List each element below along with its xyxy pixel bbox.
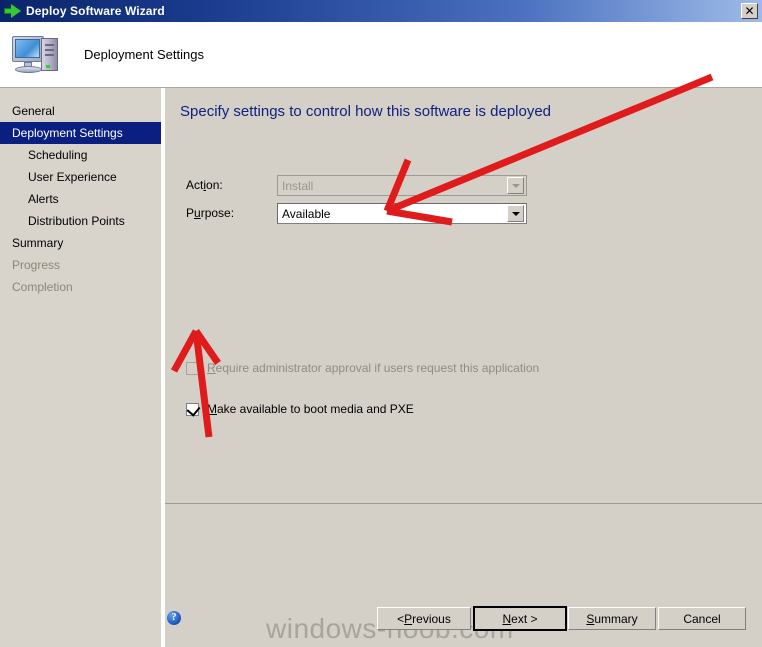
purpose-field-row: Purpose: Available (165, 203, 762, 225)
sidebar-item-scheduling[interactable]: Scheduling (0, 144, 161, 166)
action-dropdown: Install (277, 175, 527, 196)
footer-separator (165, 503, 762, 504)
wizard-body: General Deployment Settings Scheduling U… (0, 88, 762, 647)
sidebar-item-completion: Completion (12, 280, 73, 294)
action-value: Install (282, 178, 314, 193)
checkmark-icon (186, 401, 201, 417)
close-button[interactable]: ✕ (741, 3, 758, 19)
sidebar-item-summary[interactable]: Summary (0, 232, 161, 254)
require-approval-row: Require administrator approval if users … (186, 360, 539, 376)
sidebar-item-progress: Progress (12, 258, 61, 272)
require-approval-label: Require administrator approval if users … (207, 361, 540, 375)
chevron-down-icon (507, 177, 524, 194)
sidebar-item-general[interactable]: General (0, 100, 161, 122)
settings-panel: Specify settings to control how this sof… (165, 88, 762, 647)
purpose-value: Available (282, 206, 331, 221)
cancel-button[interactable]: Cancel (658, 607, 746, 630)
header-title: Deployment Settings (84, 47, 204, 62)
action-field-row: Action: Install (165, 175, 762, 197)
sidebar-item-alerts[interactable]: Alerts (0, 188, 161, 210)
wizard-step-list: General Deployment Settings Scheduling U… (0, 88, 161, 647)
page-title: Specify settings to control how this sof… (180, 103, 552, 120)
purpose-label: Purpose: (186, 206, 235, 220)
boot-media-row[interactable]: Make available to boot media and PXE (186, 401, 414, 417)
wizard-header: Deployment Settings (0, 22, 762, 88)
next-button[interactable]: Next > (473, 606, 567, 631)
boot-media-label: Make available to boot media and PXE (207, 402, 414, 416)
sidebar-item-user-experience[interactable]: User Experience (0, 166, 161, 188)
chevron-down-icon[interactable] (507, 205, 524, 222)
sidebar-item-distribution-points[interactable]: Distribution Points (0, 210, 161, 232)
previous-button[interactable]: < Previous (377, 607, 471, 630)
summary-button[interactable]: Summary (568, 607, 656, 630)
purpose-dropdown[interactable]: Available (277, 203, 527, 224)
action-label: Action: (186, 178, 223, 192)
window-title: Deploy Software Wizard (26, 4, 165, 18)
boot-media-checkbox[interactable] (186, 401, 201, 417)
green-arrow-icon (4, 4, 22, 18)
help-question-icon[interactable]: ? (167, 611, 181, 625)
require-approval-checkbox (186, 361, 199, 375)
sidebar-item-deployment-settings[interactable]: Deployment Settings (0, 122, 161, 144)
deploy-software-wizard-window: Deploy Software Wizard ✕ Deployment Sett… (0, 0, 762, 647)
computer-icon (10, 32, 64, 78)
title-bar: Deploy Software Wizard ✕ (0, 0, 762, 22)
